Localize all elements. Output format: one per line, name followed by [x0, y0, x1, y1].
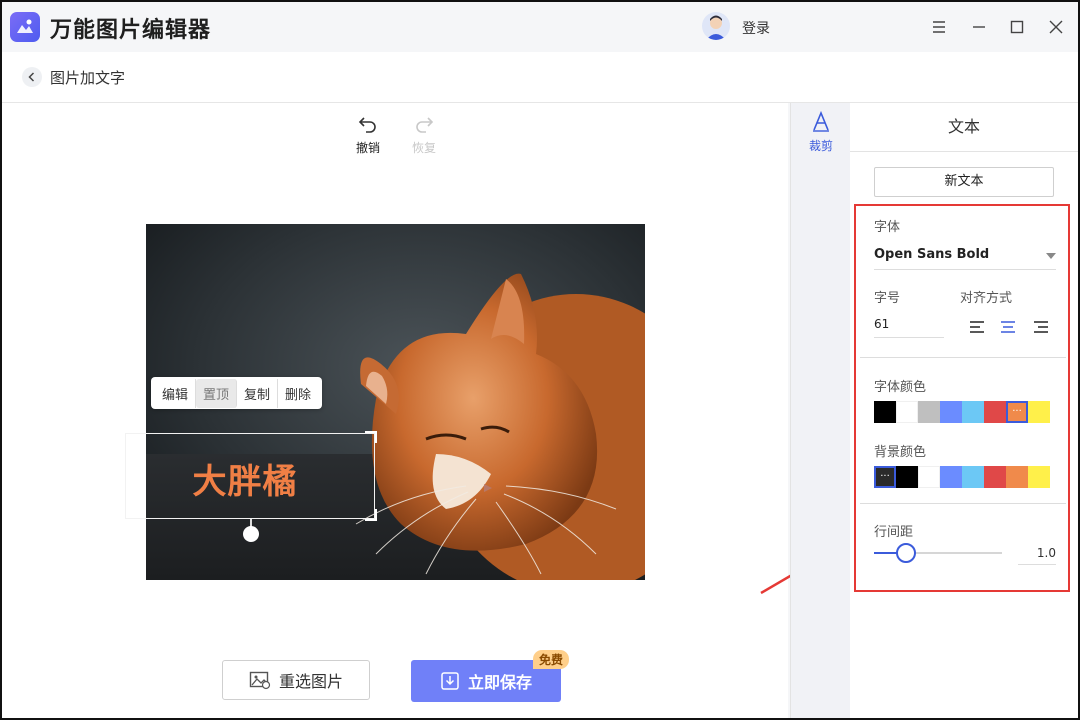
font-color-swatch[interactable]: ··· [1006, 401, 1028, 423]
align-center-icon [1001, 321, 1015, 333]
menu-edit[interactable]: 编辑 [155, 378, 197, 408]
font-color-swatches: ··· [874, 401, 1050, 423]
resize-handle-bottom-right[interactable] [365, 509, 377, 521]
align-left-button[interactable] [969, 319, 985, 333]
panel-title: 文本 [850, 103, 1078, 152]
font-color-swatch[interactable] [896, 401, 918, 423]
crop-tool-button[interactable]: 裁剪 [801, 110, 841, 154]
back-button[interactable] [22, 67, 42, 87]
font-color-swatch[interactable] [918, 401, 940, 423]
font-color-swatch[interactable] [940, 401, 962, 423]
minimize-icon[interactable] [968, 16, 990, 38]
bg-color-swatch[interactable] [962, 466, 984, 488]
font-select[interactable]: Open Sans Bold [874, 243, 1056, 270]
align-right-icon [1034, 321, 1048, 333]
menu-delete[interactable]: 删除 [278, 379, 318, 408]
selected-text-box[interactable]: 大胖橘 [123, 431, 377, 521]
menu-icon[interactable] [928, 16, 950, 38]
font-select-value: Open Sans Bold [874, 247, 990, 262]
section-divider [860, 357, 1066, 358]
bg-color-swatch[interactable] [1028, 466, 1050, 488]
font-color-swatch[interactable] [874, 401, 896, 423]
page-header: 图片加文字 [2, 52, 1078, 103]
line-spacing-value[interactable]: 1.0 [1018, 542, 1056, 565]
align-left-icon [970, 321, 984, 333]
app-window: 万能图片编辑器 登录 图片加文字 撤销 恢复 编辑 置顶 复制 删除 大胖橘 重… [0, 0, 1080, 720]
redo-label: 恢复 [411, 141, 436, 155]
rotate-handle[interactable] [243, 526, 259, 542]
font-color-label: 字体颜色 [874, 380, 927, 395]
bg-color-swatch[interactable] [918, 466, 940, 488]
title-bar: 万能图片编辑器 登录 [2, 2, 1078, 52]
resize-handle-top-right[interactable] [365, 431, 377, 443]
chevron-down-icon [1046, 253, 1056, 259]
download-icon [441, 672, 459, 690]
free-badge: 免费 [533, 650, 570, 669]
reselect-image-button[interactable]: 重选图片 [222, 660, 370, 700]
new-text-button[interactable]: 新文本 [874, 167, 1054, 197]
login-link[interactable]: 登录 [742, 18, 770, 38]
text-context-menu: 编辑 置顶 复制 删除 [151, 377, 323, 409]
size-label: 字号 [874, 291, 901, 306]
redo-button[interactable]: 恢复 [404, 115, 444, 156]
bg-color-swatches: ··· [874, 466, 1050, 488]
bg-color-swatch[interactable] [896, 466, 918, 488]
font-color-swatch[interactable] [962, 401, 984, 423]
align-right-button[interactable] [1033, 319, 1049, 333]
text-properties-panel: 文本 新文本 字体 Open Sans Bold 字号 对齐方式 61 字体颜色… [850, 103, 1078, 718]
chevron-left-icon [28, 72, 35, 82]
crop-label: 裁剪 [808, 139, 833, 153]
app-title: 万能图片编辑器 [50, 18, 212, 43]
save-label: 立即保存 [467, 673, 532, 692]
image-icon [249, 671, 271, 690]
line-spacing-label: 行间距 [874, 525, 914, 540]
bg-color-swatch[interactable] [1006, 466, 1028, 488]
slider-thumb[interactable] [896, 543, 916, 563]
menu-bring-to-front[interactable]: 置顶 [196, 378, 238, 408]
resize-handle-bottom-left[interactable] [123, 509, 135, 521]
font-label: 字体 [874, 220, 901, 235]
menu-copy[interactable]: 复制 [237, 378, 279, 408]
app-logo [10, 12, 40, 42]
text-layer[interactable]: 大胖橘 [126, 454, 374, 503]
text-format-icon [813, 110, 829, 132]
undo-button[interactable]: 撤销 [348, 115, 388, 156]
undo-label: 撤销 [355, 141, 380, 155]
tool-strip: 裁剪 [790, 103, 850, 718]
bg-color-swatch[interactable] [984, 466, 1006, 488]
canvas-area: 撤销 恢复 编辑 置顶 复制 删除 大胖橘 重选图片 立即保存 免费 [2, 103, 839, 718]
maximize-icon[interactable] [1006, 16, 1028, 38]
font-color-swatch[interactable] [984, 401, 1006, 423]
bg-color-swatch[interactable]: ··· [874, 466, 896, 488]
align-label: 对齐方式 [960, 291, 1013, 306]
font-size-input[interactable]: 61 [874, 313, 944, 338]
reselect-label: 重选图片 [278, 672, 343, 691]
section-divider [860, 503, 1066, 504]
bg-color-label: 背景颜色 [874, 445, 927, 460]
user-avatar-icon[interactable] [702, 12, 730, 40]
align-center-button[interactable] [1000, 319, 1016, 333]
line-spacing-slider[interactable] [874, 552, 1002, 554]
font-color-swatch[interactable] [1028, 401, 1050, 423]
bg-color-swatch[interactable] [940, 466, 962, 488]
close-icon[interactable] [1045, 16, 1067, 38]
undo-icon [358, 117, 376, 133]
redo-icon [416, 117, 434, 133]
page-title: 图片加文字 [50, 69, 126, 87]
